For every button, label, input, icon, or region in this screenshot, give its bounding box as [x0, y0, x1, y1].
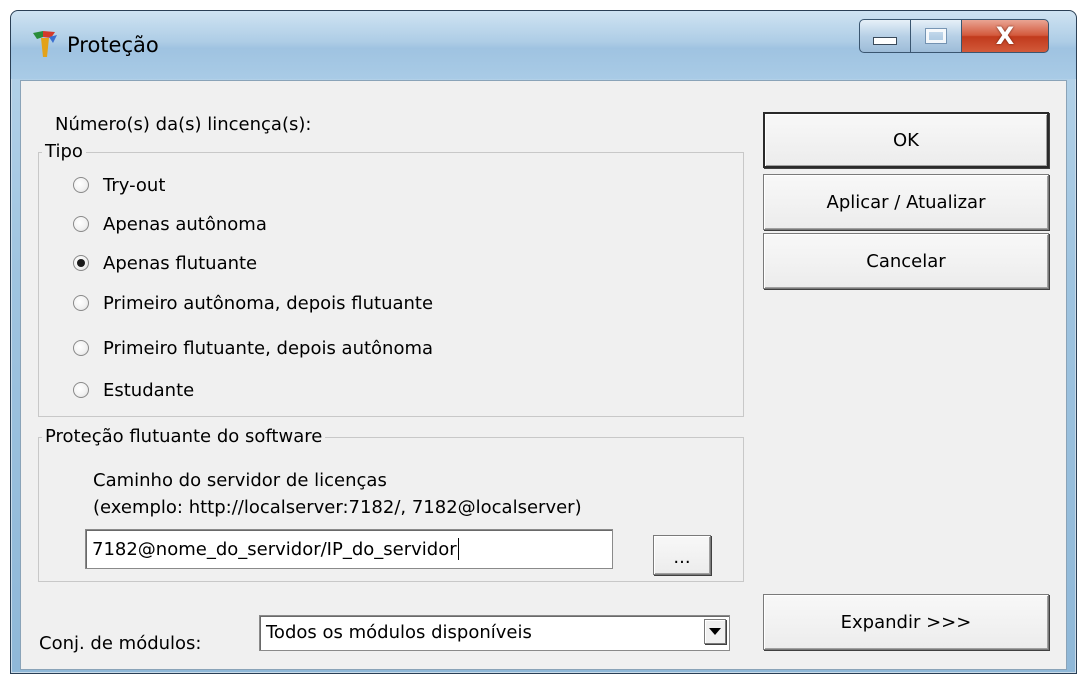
radio-label-floating-then-standalone: Primeiro flutuante, depois autônoma [103, 337, 434, 359]
radio-button-icon[interactable] [73, 177, 89, 193]
floating-protection-title: Proteção flutuante do software [42, 426, 326, 447]
radio-button-icon[interactable] [73, 216, 89, 232]
radio-label-standalone-only: Apenas autônoma [103, 213, 267, 235]
radio-student[interactable]: Estudante [73, 376, 194, 404]
browse-button-label: ... [673, 547, 691, 568]
radio-label-standalone-then-floating: Primeiro autônoma, depois flutuante [103, 292, 434, 314]
license-server-input[interactable]: 7182@nome_do_servidor/IP_do_servidor [85, 529, 613, 569]
radio-floating-then-standalone[interactable]: Primeiro flutuante, depois autônoma [73, 334, 433, 362]
server-path-example: (exemplo: http://localserver:7182/, 7182… [93, 497, 582, 518]
expand-button[interactable]: Expandir >>> [763, 594, 1049, 650]
dropdown-arrow-button[interactable] [704, 619, 726, 644]
close-button[interactable]: X [961, 19, 1049, 53]
modules-select[interactable]: Todos os módulos disponíveis [259, 615, 730, 651]
ok-button-label: OK [893, 129, 919, 151]
radio-standalone-only[interactable]: Apenas autônoma [73, 210, 267, 238]
modules-selected-value: Todos os módulos disponíveis [266, 622, 532, 643]
window-title: Proteção [67, 33, 159, 57]
minimize-button[interactable] [859, 19, 911, 53]
app-logo-icon [33, 31, 57, 57]
server-path-label: Caminho do servidor de licenças [93, 470, 387, 491]
cancel-button-label: Cancelar [866, 250, 946, 272]
text-caret [457, 538, 459, 560]
chevron-down-icon [709, 628, 721, 635]
radio-button-icon[interactable] [73, 340, 89, 356]
radio-label-try-out: Try-out [103, 174, 166, 196]
browse-button[interactable]: ... [653, 535, 711, 575]
radio-button-icon[interactable] [73, 295, 89, 311]
modules-label: Conj. de módulos: [39, 633, 202, 654]
minimize-icon [873, 37, 897, 45]
radio-button-selected-icon[interactable] [73, 255, 89, 271]
maximize-icon [925, 28, 947, 44]
apply-update-button-label: Aplicar / Atualizar [826, 191, 986, 213]
close-icon: X [995, 22, 1015, 50]
title-bar[interactable]: Proteção X [11, 11, 1076, 79]
expand-button-label: Expandir >>> [840, 611, 972, 633]
ok-button[interactable]: OK [763, 112, 1049, 168]
type-group-title: Tipo [42, 141, 86, 162]
radio-label-floating-only: Apenas flutuante [103, 252, 258, 274]
maximize-button[interactable] [910, 19, 962, 53]
apply-update-button[interactable]: Aplicar / Atualizar [763, 174, 1049, 230]
dialog-client-area: Número(s) da(s) lincença(s): Tipo Try-ou… [20, 80, 1067, 670]
radio-label-student: Estudante [103, 379, 195, 401]
radio-try-out[interactable]: Try-out [73, 171, 165, 199]
protection-dialog-window: Proteção X Número(s) da(s) lincença(s): … [10, 10, 1077, 674]
radio-floating-only[interactable]: Apenas flutuante [73, 249, 257, 277]
radio-button-icon[interactable] [73, 382, 89, 398]
license-server-value: 7182@nome_do_servidor/IP_do_servidor [92, 538, 457, 560]
radio-standalone-then-floating[interactable]: Primeiro autônoma, depois flutuante [73, 289, 433, 317]
cancel-button[interactable]: Cancelar [763, 233, 1049, 289]
licenses-label: Número(s) da(s) lincença(s): [55, 114, 312, 135]
